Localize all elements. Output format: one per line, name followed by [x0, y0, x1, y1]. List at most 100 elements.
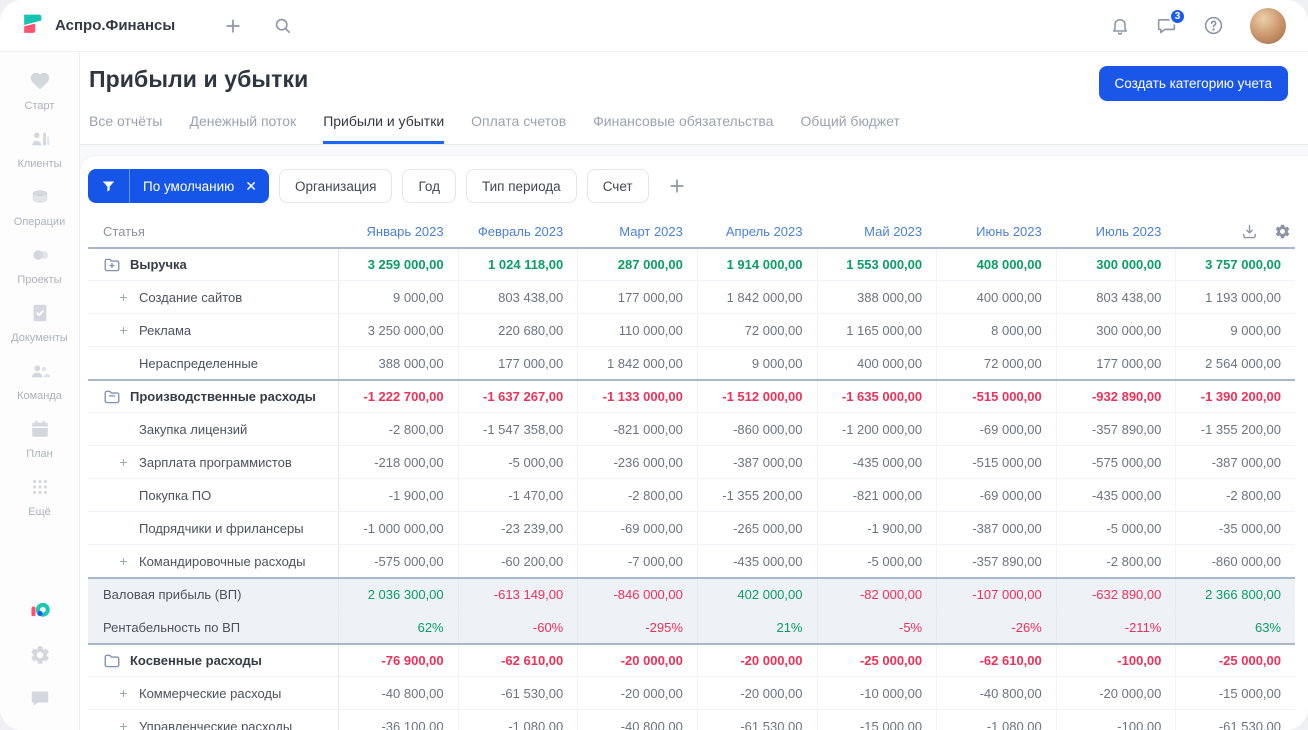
folder-plus-icon[interactable]: [103, 256, 121, 274]
cell-value: -23 239,00: [457, 512, 578, 544]
aspro-cloud-logo-icon[interactable]: [29, 600, 51, 622]
expand-plus-icon[interactable]: +: [117, 322, 130, 338]
expand-plus-icon[interactable]: +: [117, 553, 130, 569]
row-label: Косвенные расходы: [130, 653, 262, 668]
cell-value: 388 000,00: [338, 347, 458, 379]
cell-value: 287 000,00: [577, 249, 697, 280]
add-icon[interactable]: [223, 16, 243, 36]
cell-value: 177 000,00: [457, 347, 578, 379]
cell-value: -1 512 000,00: [696, 381, 817, 412]
row-label-cell: +Нераспределенные: [88, 347, 338, 379]
cell-value: -2 800,00: [338, 413, 458, 445]
row-label-cell: + Создание сайтов: [88, 281, 338, 313]
table-row-gross-profit[interactable]: Валовая прибыль (ВП) 2 036 300,00 -613 149…: [88, 577, 1295, 610]
sidebar-item-operations[interactable]: Операции: [0, 178, 79, 236]
filter-chip-account[interactable]: Счет: [586, 169, 649, 203]
sidebar-item-projects[interactable]: Проекты: [0, 236, 79, 294]
cell-value: -5 000,00: [816, 545, 937, 577]
help-icon[interactable]: [1203, 15, 1224, 36]
cell-value: -613 149,00: [457, 579, 578, 610]
table-row-travel[interactable]: + Командировочные расходы -575 000,00 -60 2…: [88, 544, 1295, 577]
row-label-cell: + Реклама: [88, 314, 338, 346]
table-row-software[interactable]: +Покупка ПО-1 900,00-1 470,00-2 800,00-1…: [88, 478, 1295, 511]
sidebar-item-label: Команда: [17, 390, 62, 402]
filters-bar: По умолчанию ✕ Организация Год Тип периода…: [80, 156, 1308, 214]
topbar-right: 3: [1110, 7, 1286, 44]
row-label-cell: + Зарплата программистов: [88, 446, 338, 478]
sidebar-item-more[interactable]: Ещё: [0, 468, 79, 526]
cell-value: 300 000,00: [1055, 314, 1176, 346]
table-row-revenue[interactable]: Выручка 3 259 000,00 1 024 118,00 287 000,0…: [88, 247, 1295, 280]
sidebar-item-start[interactable]: Старт: [0, 62, 79, 120]
cell-value: -20 000,00: [696, 677, 817, 709]
search-icon[interactable]: [273, 16, 292, 35]
table-row-administrative[interactable]: + Управленческие расходы -36 100,00 -1 080,…: [88, 709, 1295, 730]
table-row-advertising[interactable]: + Реклама 3 250 000,00 220 680,00 110 000,00…: [88, 313, 1295, 346]
add-filter-icon[interactable]: [667, 176, 687, 196]
active-filter-pill[interactable]: По умолчанию ✕: [88, 169, 270, 203]
column-header-month[interactable]: Июнь 2023: [936, 215, 1056, 247]
cell-value: 400 000,00: [936, 281, 1056, 313]
expand-plus-icon[interactable]: +: [117, 454, 130, 470]
cell-value: -7 000,00: [577, 545, 697, 577]
tab-bills[interactable]: Оплата счетов: [471, 113, 566, 144]
tab-all-reports[interactable]: Все отчёты: [89, 113, 162, 144]
table-row-site-creation[interactable]: + Создание сайтов 9 000,00 803 438,00 177 00…: [88, 280, 1295, 313]
feedback-chat-icon[interactable]: [29, 688, 51, 710]
cell-value: 1 842 000,00: [577, 347, 697, 379]
cell-value: -821 000,00: [816, 479, 937, 511]
table-settings-icon[interactable]: [1274, 223, 1291, 240]
cell-value: 2 036 300,00: [338, 579, 458, 610]
row-label-cell: Валовая прибыль (ВП): [88, 579, 338, 610]
cell-value: 8 000,00: [936, 314, 1056, 346]
column-header-month[interactable]: Май 2023: [817, 215, 937, 247]
chat-icon[interactable]: 3: [1156, 8, 1186, 36]
cell-value: -357 890,00: [1055, 413, 1176, 445]
cell-value: -575 000,00: [1055, 446, 1176, 478]
table-row-commercial[interactable]: + Коммерческие расходы -40 800,00 -61 530,0…: [88, 676, 1295, 709]
table-row-production-costs[interactable]: Производственные расходы -1 222 700,00 -1 …: [88, 379, 1295, 412]
settings-icon[interactable]: [29, 644, 51, 666]
expand-plus-icon[interactable]: +: [117, 289, 130, 305]
filter-chip-year[interactable]: Год: [402, 169, 456, 203]
report-panel: По умолчанию ✕ Организация Год Тип периода…: [80, 156, 1308, 730]
sidebar-item-team[interactable]: Команда: [0, 352, 79, 410]
bell-icon[interactable]: [1110, 16, 1130, 36]
column-header-month[interactable]: Июль 2023: [1056, 215, 1176, 247]
column-header-month[interactable]: Апрель 2023: [697, 215, 817, 247]
column-header-month[interactable]: Февраль 2023: [458, 215, 578, 247]
cell-value: -1 635 000,00: [816, 381, 937, 412]
table-header-row: Статья Январь 2023 Февраль 2023 Март 2023 А…: [88, 215, 1295, 247]
row-label-cell: +Покупка ПО: [88, 479, 338, 511]
expand-plus-icon[interactable]: +: [117, 685, 130, 701]
user-avatar[interactable]: [1250, 7, 1286, 44]
tab-profit-loss[interactable]: Прибыли и убытки: [323, 113, 445, 144]
tab-liabilities[interactable]: Финансовые обязательства: [593, 113, 773, 144]
create-category-button[interactable]: Создать категорию учета: [1098, 66, 1288, 101]
column-header-month[interactable]: Март 2023: [577, 215, 697, 247]
tab-budget[interactable]: Общий бюджет: [800, 113, 899, 144]
sidebar-item-plan[interactable]: План: [0, 410, 79, 468]
table-row-licenses[interactable]: +Закупка лицензий-2 800,00-1 547 358,00-…: [88, 412, 1295, 445]
folder-icon[interactable]: [103, 652, 121, 670]
sidebar-item-clients[interactable]: Клиенты: [0, 120, 79, 178]
expand-plus-icon[interactable]: +: [117, 718, 130, 730]
table-row-indirect-costs[interactable]: Косвенные расходы -76 900,00 -62 610,00 -20…: [88, 643, 1295, 676]
cell-value: 803 438,00: [1055, 281, 1176, 313]
download-icon[interactable]: [1241, 223, 1258, 240]
tab-cash-flow[interactable]: Денежный поток: [189, 113, 296, 144]
row-label-cell: Рентабельность по ВП: [88, 611, 338, 643]
table-row-gross-margin[interactable]: Рентабельность по ВП 62% -60% -295% 21% -5% -2…: [88, 610, 1295, 643]
clear-filter-icon[interactable]: ✕: [241, 178, 269, 195]
cell-value: -20 000,00: [1055, 677, 1176, 709]
table-row-contractors[interactable]: +Подрядчики и фрилансеры-1 000 000,00-23…: [88, 511, 1295, 544]
cell-value: -387 000,00: [1175, 446, 1295, 478]
column-header-month[interactable]: Январь 2023: [338, 215, 458, 247]
filter-chip-organization[interactable]: Организация: [279, 169, 393, 203]
folder-minus-icon[interactable]: [103, 388, 121, 406]
cell-value: -40 800,00: [936, 677, 1056, 709]
filter-chip-period-type[interactable]: Тип периода: [465, 169, 577, 203]
table-row-unallocated[interactable]: +Нераспределенные388 000,00177 000,001 8…: [88, 346, 1295, 379]
table-row-dev-salary[interactable]: + Зарплата программистов -218 000,00 -5 000…: [88, 445, 1295, 478]
sidebar-item-documents[interactable]: Документы: [0, 294, 79, 352]
